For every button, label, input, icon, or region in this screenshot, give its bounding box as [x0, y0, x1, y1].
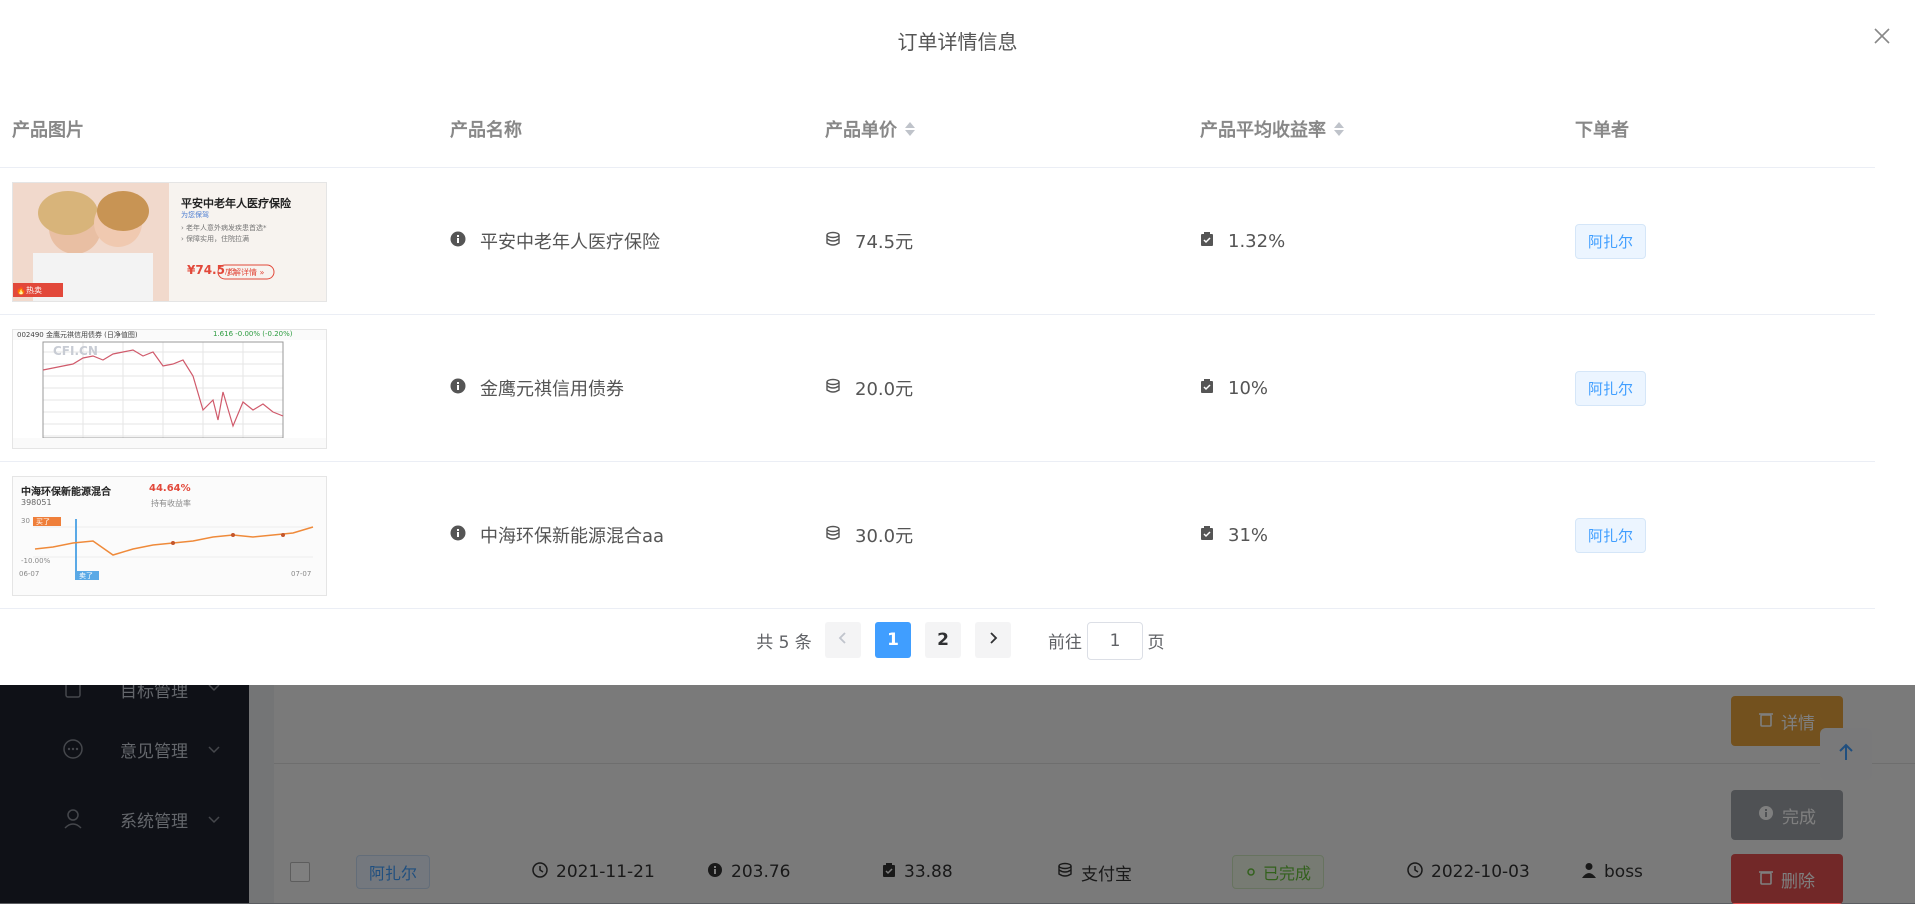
sort-icon[interactable] — [1334, 122, 1344, 136]
column-label: 下单者 — [1575, 120, 1629, 141]
thumb-sell: 卖了 — [79, 572, 93, 580]
product-image: 中海环保新能源混合 44.64% 398051 持有收益率 30 买了 -10.… — [12, 476, 327, 596]
column-label: 产品平均收益率 — [1200, 120, 1326, 141]
table-row: 002490 金鹰元祺信用债券 (日净值图) 1.616 -0.00% (-0.… — [0, 315, 1875, 462]
product-rate: 1.32% — [1228, 230, 1286, 252]
product-price-cell: 30.0元 — [825, 462, 913, 608]
info-icon — [450, 231, 466, 252]
thumb-axis-top: 30 — [21, 517, 30, 525]
product-name-cell: 金鹰元祺信用债券 — [450, 315, 624, 461]
clipboard-check-icon — [1200, 525, 1214, 546]
product-name: 金鹰元祺信用债券 — [480, 379, 624, 400]
pagination-total: 共 5 条 — [756, 632, 812, 653]
thumb-axis-bottom: -10.00% — [21, 557, 51, 565]
thumb-date-left: 06-07 — [19, 570, 40, 578]
thumb-date-right: 07-07 — [291, 570, 312, 578]
table-row: 平安中老年人医疗保险 为您保驾 › 老年人意外病发疾患首选* › 保障实用，住院… — [0, 168, 1875, 315]
goto-page-input[interactable]: 1 — [1087, 622, 1143, 660]
buyer-cell: 阿扎尔 — [1575, 168, 1647, 314]
thumb-watermark: CFI.CN — [53, 344, 98, 358]
thumb-line: › 保障实用，住院拉满 — [181, 235, 250, 243]
prev-page-button[interactable] — [825, 622, 861, 658]
buyer-tag: 阿扎尔 — [1575, 517, 1647, 553]
thumb-line: › 老年人意外病发疾患首选* — [181, 224, 267, 232]
pagination: 共 5 条 1 2 前往 1 页 — [0, 622, 1915, 660]
product-image: 002490 金鹰元祺信用债券 (日净值图) 1.616 -0.00% (-0.… — [12, 329, 327, 449]
thumb-title: 平安中老年人医疗保险 — [181, 197, 291, 210]
thumb-pct: 44.64% — [149, 483, 191, 494]
product-rate: 31% — [1228, 524, 1269, 546]
product-rate: 10% — [1228, 377, 1269, 399]
column-header-rate[interactable]: 产品平均收益率 — [1200, 91, 1344, 167]
thumb-cta: 了解详情 » — [225, 268, 265, 277]
product-price-cell: 20.0元 — [825, 315, 913, 461]
product-rate-cell: 31% — [1200, 462, 1268, 608]
buyer-cell: 阿扎尔 — [1575, 462, 1647, 608]
product-name: 平安中老年人医疗保险 — [480, 232, 660, 253]
thumb-header: 002490 金鹰元祺信用债券 (日净值图) — [17, 331, 138, 339]
product-price: 74.5元 — [855, 232, 914, 253]
buyer-tag: 阿扎尔 — [1575, 370, 1647, 406]
product-image: 平安中老年人医疗保险 为您保驾 › 老年人意外病发疾患首选* › 保障实用，住院… — [12, 182, 327, 302]
info-icon — [450, 378, 466, 399]
column-header-image: 产品图片 — [12, 91, 84, 167]
info-icon — [450, 525, 466, 546]
column-label: 产品图片 — [12, 120, 84, 141]
thumb-price: ¥74.5 — [187, 263, 225, 277]
chevron-right-icon — [987, 630, 999, 650]
product-price: 30.0元 — [855, 526, 914, 547]
thumb-header-right: 1.616 -0.00% (-0.20%) — [213, 330, 293, 338]
coins-icon — [825, 231, 841, 252]
product-name-cell: 中海环保新能源混合aa — [450, 462, 664, 608]
column-header-name: 产品名称 — [450, 91, 522, 167]
page-button-2[interactable]: 2 — [925, 622, 961, 658]
thumb-title: 中海环保新能源混合 — [21, 487, 111, 498]
product-name-cell: 平安中老年人医疗保险 — [450, 168, 660, 314]
column-header-buyer: 下单者 — [1575, 91, 1629, 167]
clipboard-check-icon — [1200, 378, 1214, 399]
product-price-cell: 74.5元 — [825, 168, 913, 314]
product-price: 20.0元 — [855, 379, 914, 400]
product-rate-cell: 10% — [1200, 315, 1268, 461]
thumb-badge: 🔥热卖 — [16, 286, 42, 295]
column-label: 产品名称 — [450, 120, 522, 141]
thumb-code: 398051 — [21, 498, 52, 507]
column-header-price[interactable]: 产品单价 — [825, 91, 915, 167]
page-button-1[interactable]: 1 — [875, 622, 911, 658]
close-icon — [1873, 27, 1891, 49]
thumb-sub: 为您保驾 — [181, 211, 209, 219]
goto-label: 前往 — [1048, 632, 1082, 653]
buyer-cell: 阿扎尔 — [1575, 315, 1647, 461]
page-suffix: 页 — [1147, 632, 1165, 653]
thumb-buy: 买了 — [36, 518, 50, 526]
coins-icon — [825, 525, 841, 546]
thumb-sub: 持有收益率 — [151, 499, 191, 508]
table-header: 产品图片 产品名称 产品单价 产品平均收益率 下单者 — [0, 91, 1875, 168]
close-button[interactable] — [1870, 26, 1894, 50]
column-label: 产品单价 — [825, 120, 897, 141]
buyer-tag: 阿扎尔 — [1575, 223, 1647, 259]
product-rate-cell: 1.32% — [1200, 168, 1285, 314]
product-name: 中海环保新能源混合aa — [480, 526, 665, 547]
coins-icon — [825, 378, 841, 399]
product-table: 产品图片 产品名称 产品单价 产品平均收益率 下单者 平安中老年人医疗保险 为您… — [0, 91, 1875, 609]
order-detail-dialog: 订单详情信息 产品图片 产品名称 产品单价 产品平均收益率 下单者 平安中老年人… — [0, 0, 1915, 685]
chevron-left-icon — [837, 630, 849, 650]
sort-icon[interactable] — [905, 122, 915, 136]
next-page-button[interactable] — [975, 622, 1011, 658]
table-row: 中海环保新能源混合 44.64% 398051 持有收益率 30 买了 -10.… — [0, 462, 1875, 609]
clipboard-check-icon — [1200, 231, 1214, 252]
dialog-title: 订单详情信息 — [897, 30, 1018, 54]
